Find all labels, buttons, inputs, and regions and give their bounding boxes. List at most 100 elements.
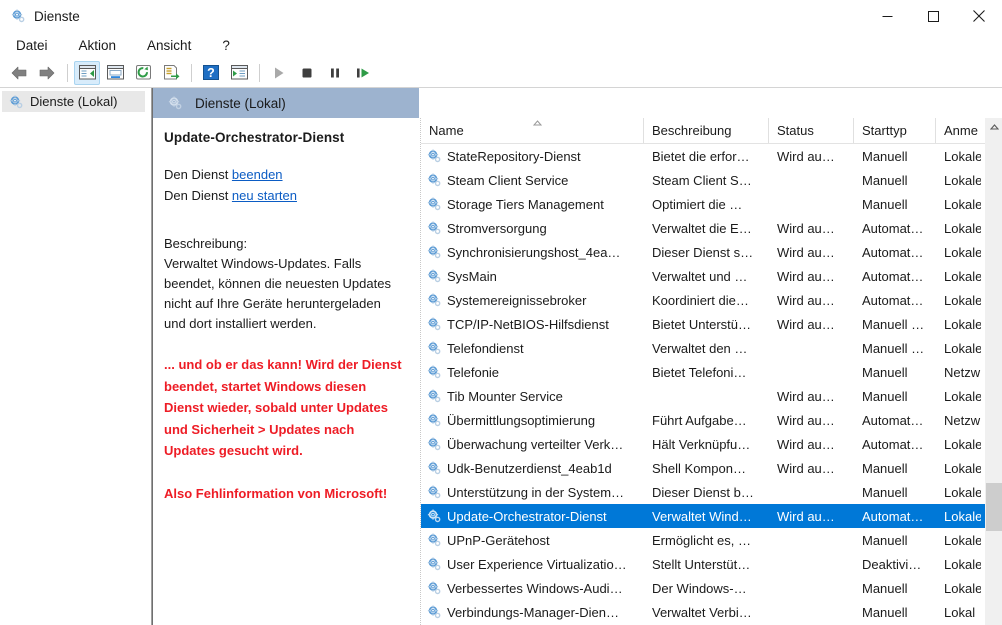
result-pane-tabstrip: Dienste (Lokal) <box>153 88 1002 118</box>
sort-ascending-icon <box>532 119 543 128</box>
forward-button[interactable] <box>34 61 60 85</box>
table-row[interactable]: Udk-Benutzerdienst_4eab1d Shell Kompon… Wi… <box>421 456 1002 480</box>
cell-name-label: Update-Orchestrator-Dienst <box>447 508 607 524</box>
table-row[interactable]: Verbessertes Windows-Audi… Der Windows-… M… <box>421 576 1002 600</box>
cell-status: Wird au… <box>777 436 835 452</box>
table-row[interactable]: Synchronisierungshost_4ea… Dieser Dienst … <box>421 240 1002 264</box>
tab-dienste-lokal[interactable]: Dienste (Lokal) <box>167 88 286 118</box>
cell-beschreibung: Bietet Telefoni… <box>652 364 747 380</box>
cell-beschreibung: Steam Client S… <box>652 172 752 188</box>
start-service-button[interactable] <box>266 61 292 85</box>
show-hide-tree-button[interactable] <box>74 60 100 85</box>
table-row[interactable]: StateRepository-Dienst Bietet die erfor… W… <box>421 144 1002 168</box>
minimize-button[interactable] <box>864 0 910 32</box>
menu-datei[interactable]: Datei <box>14 37 50 54</box>
cell-name-label: Übermittlungsoptimierung <box>447 412 596 428</box>
cell-name: Übermittlungsoptimierung <box>421 412 644 428</box>
cell-status: Wird au… <box>777 220 835 236</box>
services-gear-icon <box>426 196 442 212</box>
cell-name: Storage Tiers Management <box>421 196 644 212</box>
cell-anmelden: Lokale <box>944 388 981 404</box>
stop-service-link[interactable]: beenden <box>232 167 283 182</box>
scroll-up-arrow-icon[interactable] <box>986 118 1002 135</box>
export-list-button[interactable] <box>158 61 184 85</box>
table-row[interactable]: SysMain Verwaltet und … Wird au… Automat… Lo… <box>421 264 1002 288</box>
column-header-name[interactable]: Name <box>421 118 644 143</box>
cell-beschreibung: Verwaltet Verbi… <box>652 604 752 620</box>
restart-service-button[interactable] <box>350 61 376 85</box>
column-header-status[interactable]: Status <box>769 118 854 143</box>
cell-beschreibung: Verwaltet den … <box>652 340 748 356</box>
table-row[interactable]: Telefondienst Verwaltet den … Manuell … Lok… <box>421 336 1002 360</box>
table-row[interactable]: Telefonie Bietet Telefoni… Manuell Netzw <box>421 360 1002 384</box>
show-action-pane-button[interactable] <box>226 61 252 85</box>
table-row[interactable]: Überwachung verteilter Verk… Hält Verknüp… <box>421 432 1002 456</box>
column-header-starttyp[interactable]: Starttyp <box>854 118 936 143</box>
table-row[interactable]: Übermittlungsoptimierung Führt Aufgabe… Wi… <box>421 408 1002 432</box>
list-rows: StateRepository-Dienst Bietet die erfor… W… <box>421 144 1002 624</box>
menu-aktion[interactable]: Aktion <box>77 37 119 54</box>
console-tree-pane: Dienste (Lokal) <box>0 88 152 625</box>
cell-name-label: Telefonie <box>447 364 500 380</box>
scrollbar-thumb[interactable] <box>986 483 1002 531</box>
table-row[interactable]: Stromversorgung Verwaltet die E… Wird au… A… <box>421 216 1002 240</box>
table-row[interactable]: User Experience Virtualizatio… Stellt Unt… <box>421 552 1002 576</box>
table-row[interactable]: Tib Mounter Service Wird au… Manuell Lokale <box>421 384 1002 408</box>
cell-starttyp: Automat… <box>862 220 924 236</box>
list-header-row: Name Beschreibung Status Starttyp Anme <box>421 118 1002 144</box>
properties-window-button[interactable] <box>102 61 128 85</box>
cell-name: Verbessertes Windows-Audi… <box>421 580 644 596</box>
table-row[interactable]: Unterstützung in der System… Dieser Diens… <box>421 480 1002 504</box>
cell-name-label: Tib Mounter Service <box>447 388 563 404</box>
services-gear-icon <box>426 292 442 308</box>
cell-name: Telefondienst <box>421 340 644 356</box>
services-gear-icon <box>426 508 442 524</box>
back-button[interactable] <box>6 61 32 85</box>
table-row[interactable]: Verbindungs-Manager-Dien… Verwaltet Verbi… <box>421 600 1002 624</box>
cell-anmelden: Lokale <box>944 268 981 284</box>
refresh-button[interactable] <box>130 61 156 85</box>
cell-name-label: Steam Client Service <box>447 172 569 188</box>
stop-service-button[interactable] <box>294 61 320 85</box>
cell-starttyp: Manuell <box>862 484 908 500</box>
cell-starttyp: Automat… <box>862 268 924 284</box>
menu-help[interactable]: ? <box>220 37 232 54</box>
cell-starttyp: Manuell <box>862 580 908 596</box>
cell-anmelden: Lokale <box>944 244 981 260</box>
cell-starttyp: Manuell <box>862 604 908 620</box>
column-header-beschreibung[interactable]: Beschreibung <box>644 118 769 143</box>
table-row[interactable]: Systemereignissebroker Koordiniert die… Wi… <box>421 288 1002 312</box>
tree-item-dienste-lokal[interactable]: Dienste (Lokal) <box>2 91 145 112</box>
pause-service-button[interactable] <box>322 61 348 85</box>
table-row[interactable]: Update-Orchestrator-Dienst Verwaltet Wind… <box>421 504 1002 528</box>
main-body: Dienste (Lokal) Dienste (Lokal) Update-O… <box>0 88 1002 625</box>
maximize-button[interactable] <box>910 0 956 32</box>
table-row[interactable]: Storage Tiers Management Optimiert die … M… <box>421 192 1002 216</box>
table-row[interactable]: UPnP-Gerätehost Ermöglicht es, … Manuell Lo… <box>421 528 1002 552</box>
menu-ansicht[interactable]: Ansicht <box>145 37 193 54</box>
annotation-text-2: Also Fehlinformation von Microsoft! <box>164 485 388 501</box>
services-gear-icon <box>426 364 442 380</box>
table-row[interactable]: TCP/IP-NetBIOS-Hilfsdienst Bietet Unterst… <box>421 312 1002 336</box>
window-title: Dienste <box>34 8 80 24</box>
toolbar-separator-3 <box>259 63 260 82</box>
close-button[interactable] <box>956 0 1002 32</box>
toolbar-separator-1 <box>67 63 68 82</box>
cell-beschreibung: Koordiniert die… <box>652 292 749 308</box>
restart-service-link[interactable]: neu starten <box>232 188 297 203</box>
tab-corner-mask <box>419 102 443 118</box>
services-gear-icon <box>426 532 442 548</box>
table-row[interactable]: Steam Client Service Steam Client S… Manue… <box>421 168 1002 192</box>
help-button[interactable]: ? <box>198 61 224 85</box>
cell-name-label: StateRepository-Dienst <box>447 148 581 164</box>
cell-anmelden: Lokale <box>944 340 981 356</box>
service-detail-pane: Update-Orchestrator-Dienst Den Dienst be… <box>153 118 421 625</box>
services-gear-icon <box>10 8 26 24</box>
services-gear-icon <box>426 220 442 236</box>
cell-status: Wird au… <box>777 244 835 260</box>
cell-name: UPnP-Gerätehost <box>421 532 644 548</box>
vertical-scrollbar[interactable] <box>985 118 1002 625</box>
column-header-anmelden[interactable]: Anme <box>936 118 981 143</box>
cell-name: Udk-Benutzerdienst_4eab1d <box>421 460 644 476</box>
cell-starttyp: Manuell <box>862 364 908 380</box>
